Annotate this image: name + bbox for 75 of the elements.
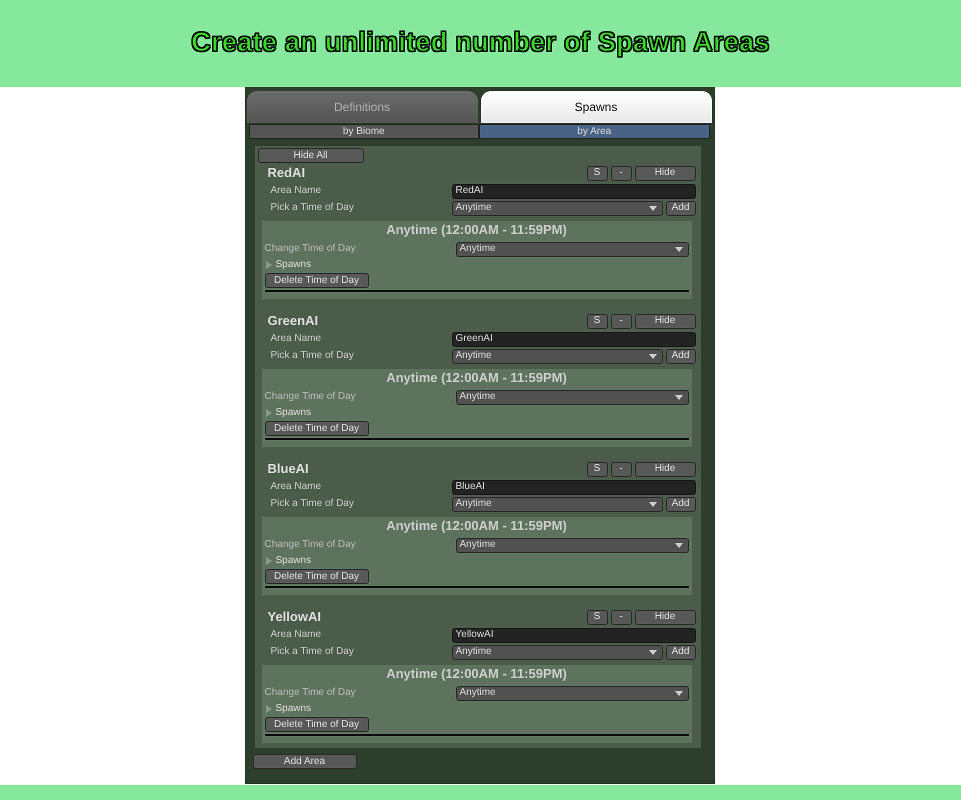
- field-label: Area Name: [270, 333, 322, 345]
- area-button[interactable]: -: [610, 314, 632, 328]
- caret-icon: [648, 502, 656, 506]
- area-button[interactable]: -: [610, 166, 632, 180]
- field-label: Pick a Time of Day: [270, 350, 355, 362]
- time-of-day-title: Anytime (12:00AM - 11:59PM): [386, 518, 567, 533]
- delete-time-button[interactable]: Delete Time of Day: [264, 569, 368, 584]
- spawns-foldout[interactable]: Spawns: [276, 554, 312, 566]
- field-label: Area Name: [270, 185, 322, 197]
- subtab[interactable]: by Area: [479, 124, 710, 139]
- field-label: Pick a Time of Day: [270, 202, 355, 214]
- caret-icon: [674, 542, 682, 548]
- tab[interactable]: Spawns: [480, 91, 712, 123]
- add-button[interactable]: Add: [666, 348, 696, 364]
- area-title: YellowAI: [268, 610, 321, 624]
- expand-arrow-icon[interactable]: [264, 556, 272, 564]
- area-button[interactable]: S: [586, 166, 608, 180]
- delete-time-button[interactable]: Delete Time of Day: [264, 273, 368, 288]
- caret-icon: [674, 394, 682, 400]
- time-dropdown[interactable]: Anytime: [456, 390, 688, 404]
- field-label: Change Time of Day: [264, 539, 357, 551]
- area-title: GreenAI: [268, 314, 318, 328]
- field-label: Change Time of Day: [264, 391, 357, 403]
- delete-time-button[interactable]: Delete Time of Day: [264, 421, 368, 436]
- area-button[interactable]: S: [586, 314, 608, 328]
- time-dropdown[interactable]: Anytime: [452, 348, 662, 364]
- time-dropdown[interactable]: Anytime: [456, 242, 688, 256]
- time-dropdown[interactable]: Anytime: [452, 200, 662, 216]
- add-button[interactable]: Add: [666, 200, 696, 216]
- time-dropdown[interactable]: Anytime: [456, 686, 688, 700]
- caret-icon: [648, 206, 656, 210]
- caret-icon: [648, 650, 656, 654]
- area-button[interactable]: Hide: [634, 314, 696, 328]
- area-name-field[interactable]: YellowAI: [452, 628, 696, 642]
- area-button[interactable]: Hide: [634, 610, 696, 624]
- time-dropdown[interactable]: Anytime: [452, 496, 662, 512]
- spawns-foldout[interactable]: Spawns: [276, 258, 312, 270]
- field-label: Change Time of Day: [264, 687, 357, 699]
- field-label: Change Time of Day: [264, 243, 357, 255]
- banner-title: Create an unlimited number of Spawn Areas: [191, 26, 770, 58]
- hide-all-button[interactable]: Hide All: [258, 148, 364, 163]
- spawns-foldout[interactable]: Spawns: [276, 702, 312, 714]
- caret-icon: [674, 690, 682, 696]
- time-dropdown[interactable]: Anytime: [452, 644, 662, 660]
- time-dropdown[interactable]: Anytime: [456, 538, 688, 552]
- field-label: Pick a Time of Day: [270, 646, 355, 658]
- time-of-day-title: Anytime (12:00AM - 11:59PM): [386, 370, 567, 385]
- area-name-field[interactable]: BlueAI: [452, 480, 696, 494]
- spawns-foldout[interactable]: Spawns: [276, 406, 312, 418]
- time-of-day-title: Anytime (12:00AM - 11:59PM): [386, 222, 567, 237]
- tab[interactable]: Definitions: [246, 91, 478, 123]
- expand-arrow-icon[interactable]: [264, 408, 272, 416]
- delete-time-button[interactable]: Delete Time of Day: [264, 717, 368, 732]
- area-button[interactable]: Hide: [634, 166, 696, 180]
- area-title: RedAI: [268, 166, 306, 180]
- caret-icon: [648, 354, 656, 358]
- field-label: Pick a Time of Day: [270, 498, 355, 510]
- expand-arrow-icon[interactable]: [264, 704, 272, 712]
- area-button[interactable]: Hide: [634, 462, 696, 476]
- field-label: Area Name: [270, 481, 322, 493]
- field-label: Area Name: [270, 629, 322, 641]
- area-button[interactable]: S: [586, 462, 608, 476]
- add-button[interactable]: Add: [666, 496, 696, 512]
- area-name-field[interactable]: GreenAI: [452, 332, 696, 346]
- time-of-day-title: Anytime (12:00AM - 11:59PM): [386, 666, 567, 681]
- area-name-field[interactable]: RedAI: [452, 184, 696, 198]
- add-area-button[interactable]: Add Area: [252, 754, 356, 769]
- area-button[interactable]: S: [586, 610, 608, 624]
- caret-icon: [674, 246, 682, 252]
- area-title: BlueAI: [268, 462, 309, 476]
- add-button[interactable]: Add: [666, 644, 696, 660]
- expand-arrow-icon[interactable]: [264, 260, 272, 268]
- subtab[interactable]: by Biome: [248, 124, 479, 139]
- area-button[interactable]: -: [610, 610, 632, 624]
- area-button[interactable]: -: [610, 462, 632, 476]
